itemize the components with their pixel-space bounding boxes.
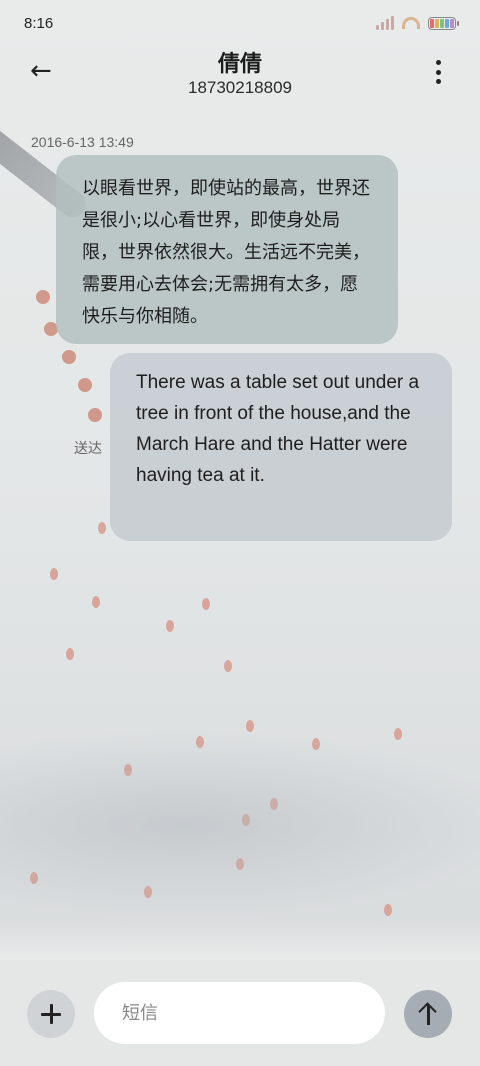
arrow-up-icon (418, 1003, 438, 1025)
status-bar: 8:16 (0, 0, 480, 46)
more-vertical-icon (435, 60, 441, 65)
message-input[interactable] (94, 982, 385, 1044)
wallpaper-petal (224, 660, 232, 672)
signal-icon (376, 16, 394, 30)
delivery-status: 送达 (74, 441, 102, 457)
compose-bar (0, 960, 480, 1066)
add-attachment-button[interactable] (27, 990, 75, 1038)
wallpaper-petal (92, 596, 100, 608)
wallpaper-blossom (78, 378, 92, 392)
contact-number: 18730218809 (187, 78, 292, 97)
plus-icon (41, 1004, 61, 1024)
wallpaper-ground (0, 920, 480, 960)
message-timestamp: 2016-6-13 13:49 (31, 134, 134, 150)
status-icons (376, 16, 459, 30)
wallpaper-mist (0, 730, 480, 920)
status-time: 8:16 (24, 14, 54, 32)
send-button[interactable] (404, 990, 452, 1038)
message-bubble[interactable]: There was a table set out under a tree i… (110, 353, 452, 541)
wallpaper-blossom (88, 408, 102, 422)
wallpaper-petal (98, 522, 106, 534)
conversation-header: ← 倩倩 18730218809 (0, 46, 480, 106)
wallpaper-petal (166, 620, 174, 632)
message-bubble[interactable]: 以眼看世界，即使站的最高，世界还是很小;以心看世界，即使身处局限，世界依然很大。… (56, 155, 398, 344)
battery-icon (428, 16, 459, 30)
wallpaper-blossom (62, 350, 76, 364)
wallpaper-petal (66, 648, 74, 660)
contact-name: 倩倩 (217, 52, 262, 77)
wifi-icon (402, 17, 420, 29)
more-options-button[interactable] (434, 60, 442, 84)
wallpaper-petal (202, 598, 210, 610)
wallpaper-blossom (36, 290, 50, 304)
wallpaper-petal (50, 568, 58, 580)
